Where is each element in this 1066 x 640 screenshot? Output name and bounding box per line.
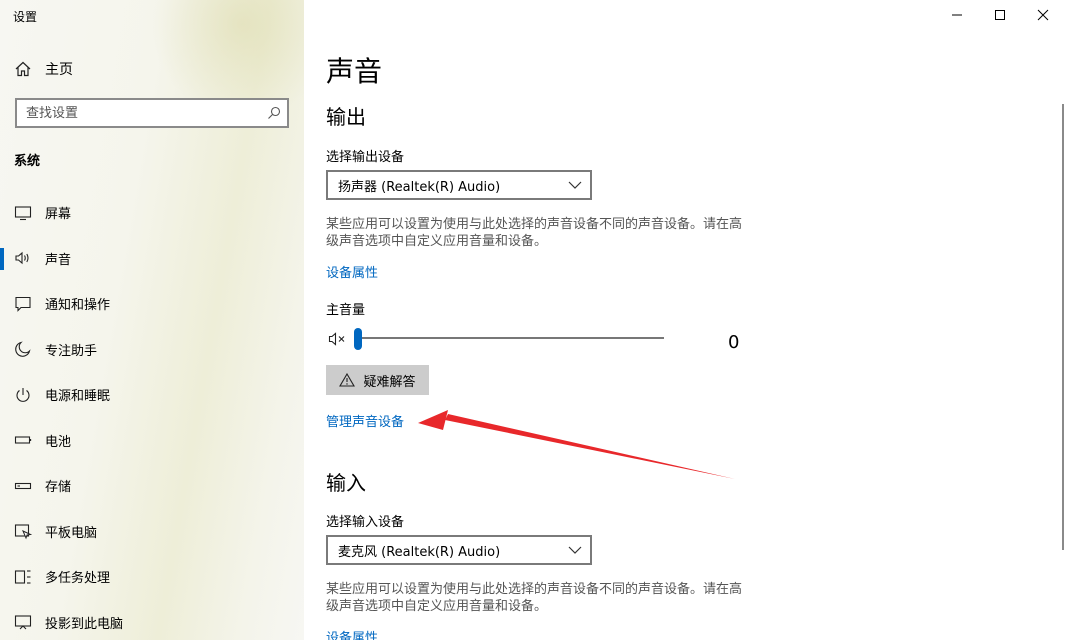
input-heading: 输入 [326,471,366,495]
search-icon[interactable] [267,106,281,120]
section-label-system: 系统 [14,154,41,169]
input-device-value: 麦克风 (Realtek(R) Audio) [338,544,501,560]
close-button[interactable] [1020,0,1066,30]
troubleshoot-button[interactable]: 疑难解答 [326,365,429,395]
storage-icon [14,482,32,489]
sidebar-home[interactable]: 主页 [14,58,73,80]
output-device-select[interactable]: 扬声器 (Realtek(R) Audio) [326,170,592,200]
main-content: 声音 输出 选择输出设备 扬声器 (Realtek(R) Audio) 某些应用… [304,0,1066,640]
minimize-icon [952,14,962,16]
volume-slider-track[interactable] [358,337,664,339]
speaker-icon [15,252,29,265]
maximize-icon [995,10,1005,20]
output-device-properties-link[interactable]: 设备属性 [326,262,378,281]
input-device-select[interactable]: 麦克风 (Realtek(R) Audio) [326,535,592,565]
sidebar-item-battery[interactable]: 电池 [0,418,304,464]
sidebar-item-label: 电池 [45,434,72,450]
input-description-line: 某些应用可以设置为使用与此处选择的声音设备不同的声音设备。请在高 [326,582,743,597]
input-description: 某些应用可以设置为使用与此处选择的声音设备不同的声音设备。请在高 级声音选项中自… [326,581,766,615]
volume-slider-thumb[interactable] [354,328,362,350]
search-input[interactable] [26,105,267,121]
output-device-label: 选择输出设备 [326,150,405,165]
sidebar-item-focus-assist[interactable]: 专注助手 [0,327,304,373]
notification-icon [15,296,31,312]
sidebar: 设置 主页 系统 屏幕 声音 [0,0,304,640]
scrollbar[interactable] [1062,104,1064,550]
home-icon [15,61,31,77]
troubleshoot-label: 疑难解答 [363,374,416,390]
sidebar-item-label: 多任务处理 [45,571,111,587]
volume-value: 0 [728,332,740,353]
search-box[interactable] [15,98,289,128]
page-title: 声音 [326,55,383,88]
projection-icon [14,615,32,630]
sidebar-item-label: 专注助手 [45,343,98,359]
sidebar-item-label: 投影到此电脑 [45,616,124,632]
output-description-line: 某些应用可以设置为使用与此处选择的声音设备不同的声音设备。请在高 [326,217,743,232]
sidebar-item-label: 电源和睡眠 [45,389,111,405]
close-icon [1037,9,1049,21]
output-heading: 输出 [326,105,366,129]
master-volume-label: 主音量 [326,303,366,318]
chevron-down-icon [568,546,582,554]
sidebar-item-label: 平板电脑 [45,525,98,541]
minimize-button[interactable] [934,0,980,30]
output-description: 某些应用可以设置为使用与此处选择的声音设备不同的声音设备。请在高 级声音选项中自… [326,216,766,250]
sidebar-item-power-sleep[interactable]: 电源和睡眠 [0,372,304,418]
chevron-down-icon [568,181,582,189]
tablet-icon [14,524,32,540]
sidebar-nav: 屏幕 声音 通知和操作 专注助手 电源和睡眠 电池 存储 平板电脑 多任务处理 … [0,190,304,640]
sidebar-item-projection[interactable]: 投影到此电脑 [0,600,304,640]
warning-icon [339,373,356,387]
input-device-properties-link[interactable]: 设备属性 [326,627,378,640]
sidebar-item-label: 屏幕 [45,207,72,223]
monitor-icon [14,206,32,220]
maximize-button[interactable] [977,0,1023,30]
mute-icon[interactable] [328,330,348,348]
input-description-line: 级声音选项中自定义应用音量和设备。 [326,599,548,614]
sidebar-item-display[interactable]: 屏幕 [0,190,304,236]
sidebar-item-tablet[interactable]: 平板电脑 [0,509,304,555]
manage-sound-devices-link[interactable]: 管理声音设备 [326,411,404,430]
input-device-label: 选择输入设备 [326,515,405,530]
home-label: 主页 [45,62,73,78]
app-title: 设置 [13,10,38,24]
sidebar-item-notifications[interactable]: 通知和操作 [0,281,304,327]
moon-icon [15,341,31,358]
sidebar-item-multitasking[interactable]: 多任务处理 [0,554,304,600]
output-description-line: 级声音选项中自定义应用音量和设备。 [326,234,548,249]
battery-icon [14,436,32,444]
sidebar-item-label: 存储 [45,480,72,496]
multitask-icon [14,570,31,584]
output-device-value: 扬声器 (Realtek(R) Audio) [338,179,501,195]
sidebar-item-storage[interactable]: 存储 [0,463,304,509]
power-icon [16,387,30,402]
sidebar-item-label: 声音 [45,252,72,268]
sidebar-item-sound[interactable]: 声音 [0,236,304,282]
sidebar-item-label: 通知和操作 [45,298,111,314]
